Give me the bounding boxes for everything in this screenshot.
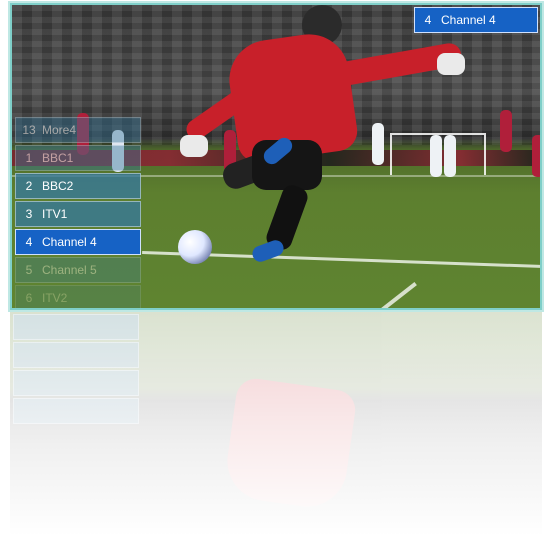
background-player: [500, 110, 512, 152]
channel-item-bbc1[interactable]: 1 BBC1: [15, 145, 141, 171]
channel-list: 13 More4 1 BBC1 2 BBC2 3 ITV1 4 Channel …: [15, 117, 141, 308]
channel-number: 2: [25, 179, 33, 193]
reflection-item: [13, 314, 139, 340]
channel-item-bbc2[interactable]: 2 BBC2: [15, 173, 141, 199]
screen-reflection: [10, 312, 542, 536]
background-player: [444, 135, 456, 177]
goalkeeper-glove: [180, 135, 208, 157]
channel-number: 13: [22, 123, 36, 137]
reflection-fade: [10, 312, 542, 536]
channel-name: ITV1: [42, 207, 68, 221]
channel-name: ITV2: [42, 291, 68, 305]
goalkeeper-glove: [437, 53, 465, 75]
channel-name: Channel 4: [42, 235, 97, 249]
reflection-item: [13, 398, 139, 424]
channel-number: 3: [25, 207, 33, 221]
channel-item-channel-4[interactable]: 4 Channel 4: [15, 229, 141, 255]
tv-screen: 4 Channel 4 13 More4 1 BBC1 2 BBC2 3 ITV…: [10, 3, 542, 310]
channel-number: 6: [25, 291, 33, 305]
reflection-scene: [10, 312, 542, 536]
channel-item-channel-5[interactable]: 5 Channel 5: [15, 257, 141, 283]
channel-item-itv1[interactable]: 3 ITV1: [15, 201, 141, 227]
channel-number: 4: [25, 235, 33, 249]
channel-name: Channel 5: [42, 263, 97, 277]
now-playing-number: 4: [424, 13, 432, 27]
reflection-item: [13, 342, 139, 368]
pitch-line: [371, 281, 417, 308]
channel-number: 5: [25, 263, 33, 277]
now-playing-name: Channel 4: [441, 13, 496, 27]
reflection-item: [13, 370, 139, 396]
now-playing-banner: 4 Channel 4: [414, 7, 538, 33]
channel-number: 1: [25, 151, 33, 165]
channel-name: BBC2: [42, 179, 74, 193]
reflection-keeper: [222, 376, 358, 512]
channel-item-itv2[interactable]: 6 ITV2: [15, 285, 141, 308]
goalkeeper-boot: [250, 238, 286, 264]
reflection-image: [10, 312, 542, 536]
background-player: [430, 135, 442, 177]
channel-item-more4[interactable]: 13 More4: [15, 117, 141, 143]
background-player: [532, 135, 540, 177]
background-player: [372, 123, 384, 165]
soccer-ball-icon: [178, 230, 212, 264]
channel-name: BBC1: [42, 151, 74, 165]
reflection-channel-list: [13, 312, 139, 424]
channel-name: More4: [42, 123, 77, 137]
